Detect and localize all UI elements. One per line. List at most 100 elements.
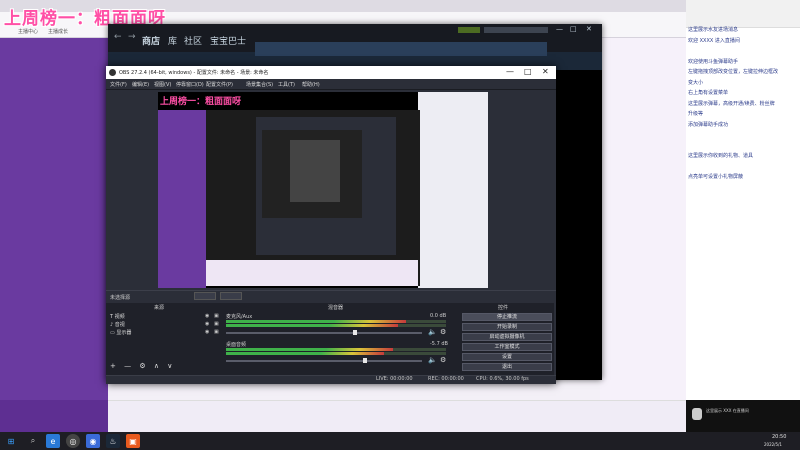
source-name: 显示器 — [116, 330, 132, 336]
steam-inner-window — [255, 42, 547, 56]
source-item[interactable]: ▭ 显示器 — [110, 329, 131, 336]
menu-docks[interactable]: 停靠窗口(D) — [176, 81, 204, 88]
audio-meter — [226, 352, 385, 355]
source-name: 音视 — [114, 322, 125, 328]
close-icon[interactable]: ✕ — [542, 67, 549, 76]
steam-nav-library[interactable]: 库 — [168, 34, 177, 47]
obs-title-text: OBS 27.2.4 (64-bit, windows) - 配置文件: 未命名… — [119, 70, 269, 76]
danmaku-line: 这里展示水友进场消息 — [688, 27, 739, 33]
studio-mode-button[interactable]: 工作室模式 — [462, 343, 552, 351]
search-icon[interactable]: ⌕ — [26, 434, 40, 448]
forward-arrow-icon[interactable]: → — [128, 32, 136, 42]
gear-icon[interactable]: ⚙ — [440, 356, 446, 364]
nested-obs-inner — [290, 140, 340, 202]
source-toolbar: 未选择源 — [106, 290, 556, 302]
lock-icon[interactable]: ▣ — [214, 313, 219, 319]
obs-logo-icon — [109, 69, 116, 76]
source-name: 视频 — [114, 314, 125, 320]
steam-nav-store[interactable]: 商店 — [142, 34, 160, 47]
menu-edit[interactable]: 编辑(E) — [132, 81, 149, 88]
no-source-selected-label: 未选择源 — [110, 295, 131, 301]
menu-tools[interactable]: 工具(T) — [278, 81, 295, 88]
eye-icon[interactable]: ◉ — [205, 313, 209, 319]
douyu-app-icon[interactable]: ◉ — [86, 434, 100, 448]
danmaku-line: 变大小 — [688, 79, 704, 86]
menu-profile[interactable]: 配置文件(P) — [206, 81, 233, 88]
menu-scene-collection[interactable]: 场景集合(S) — [246, 81, 273, 88]
danmaku-line: 欢迎使用斗鱼弹幕助手 — [688, 58, 739, 65]
danmaku-panel-header — [686, 0, 800, 28]
move-up-icon[interactable]: ∧ — [154, 362, 159, 370]
edge-browser-icon[interactable]: e — [46, 434, 60, 448]
bookmark-item[interactable]: 主播成长 — [48, 28, 68, 35]
danmaku-line: 点亮单可设置小礼物屏蔽 — [688, 174, 744, 180]
mixer-channel-name: 桌面音频 — [226, 342, 247, 348]
danmaku-line: 这里展示你收到的礼物、道具 — [688, 153, 754, 159]
gear-icon[interactable] — [194, 292, 216, 300]
bookmark-item[interactable]: 主播中心 — [18, 28, 38, 35]
move-down-icon[interactable]: ∨ — [167, 362, 172, 370]
notification-text: 这里展示 XXX 在直播间 — [706, 408, 749, 413]
notification-toast[interactable]: 这里展示 XXX 在直播间 — [686, 400, 800, 432]
lock-icon[interactable]: ▣ — [214, 329, 219, 335]
audio-mixer-dock: 混音器 — [224, 303, 458, 375]
maximize-icon[interactable]: □ — [570, 25, 577, 33]
danmaku-line: 升级等 — [688, 111, 704, 117]
cpu-status: CPU: 0.6%, 30.00 fps — [476, 376, 529, 382]
steam-wallet-box[interactable] — [484, 27, 548, 33]
mixer-channel-db: 0.0 dB — [430, 313, 447, 319]
eye-icon[interactable]: ◉ — [205, 321, 209, 327]
maximize-icon[interactable]: □ — [524, 67, 532, 76]
live-status: LIVE: 00:00:00 — [376, 376, 413, 382]
start-recording-button[interactable]: 开始录制 — [462, 323, 552, 331]
windows-start-icon[interactable]: ⊞ — [4, 434, 18, 448]
steam-app-icon[interactable]: ♨ — [106, 434, 120, 448]
menu-file[interactable]: 文件(F) — [110, 81, 127, 88]
minimize-icon[interactable]: — — [556, 25, 563, 33]
source-item[interactable]: ♪ 音视 — [110, 321, 125, 328]
source-item[interactable]: T 视频 — [110, 313, 125, 320]
audio-meter — [226, 320, 407, 323]
lock-icon[interactable]: ▣ — [214, 321, 219, 327]
music-note-icon: ♪ — [110, 322, 114, 328]
user-avatar-icon — [692, 408, 702, 420]
eye-icon[interactable]: ◉ — [205, 329, 209, 335]
filter-icon[interactable] — [220, 292, 242, 300]
mixer-channel-db: -5.7 dB — [430, 341, 448, 347]
gear-icon[interactable]: ⚙ — [440, 328, 446, 336]
danmaku-assistant-panel — [686, 0, 800, 432]
rec-status: REC: 00:00:00 — [428, 376, 464, 382]
settings-button[interactable]: 设置 — [462, 353, 552, 361]
stream-background — [0, 38, 108, 400]
stop-streaming-button[interactable]: 停止推流 — [462, 313, 552, 321]
back-arrow-icon[interactable]: ← — [114, 32, 122, 42]
mixer-channel-name: 麦克风/Aux — [226, 314, 253, 320]
menu-view[interactable]: 视图(V) — [154, 81, 171, 88]
volume-slider-handle[interactable] — [353, 330, 358, 335]
danmaku-line: 左键拖拽顶部改变位置，左键拉伸边框改 — [688, 69, 779, 75]
steam-nav-community[interactable]: 社区 — [184, 34, 202, 47]
exit-button[interactable]: 退出 — [462, 363, 552, 371]
gift-bar — [108, 400, 686, 432]
taskbar-date: 2022/5/1 — [764, 442, 782, 447]
volume-slider-handle[interactable] — [363, 358, 368, 363]
start-virtual-camera-button[interactable]: 启动虚拟摄像机 — [462, 333, 552, 341]
close-icon[interactable]: ✕ — [586, 25, 592, 33]
steam-content-area — [555, 70, 602, 380]
danmaku-line: 右上角有设置菜单 — [688, 90, 729, 96]
properties-gear-icon[interactable]: ⚙ — [139, 362, 145, 370]
add-icon[interactable]: + — [110, 362, 116, 370]
steam-nav-user[interactable]: 宝宝巴士 — [210, 34, 246, 47]
speaker-icon[interactable]: 🔈 — [428, 356, 437, 364]
volume-slider[interactable] — [226, 360, 422, 362]
menu-help[interactable]: 帮助(H) — [302, 81, 320, 88]
minimize-icon[interactable]: — — [506, 67, 514, 76]
app-icon[interactable]: ▣ — [126, 434, 140, 448]
preview-overlay-title: 上周榜一：粗面面呀 — [160, 97, 242, 107]
obs-app-icon[interactable]: ◎ — [66, 434, 80, 448]
speaker-icon[interactable]: 🔈 — [428, 328, 437, 336]
obs-title-bar: OBS 27.2.4 (64-bit, windows) - 配置文件: 未命名… — [106, 66, 556, 79]
remove-icon[interactable]: — — [124, 362, 131, 370]
volume-slider[interactable] — [226, 332, 422, 334]
mixer-dock-title: 混音器 — [328, 305, 344, 311]
